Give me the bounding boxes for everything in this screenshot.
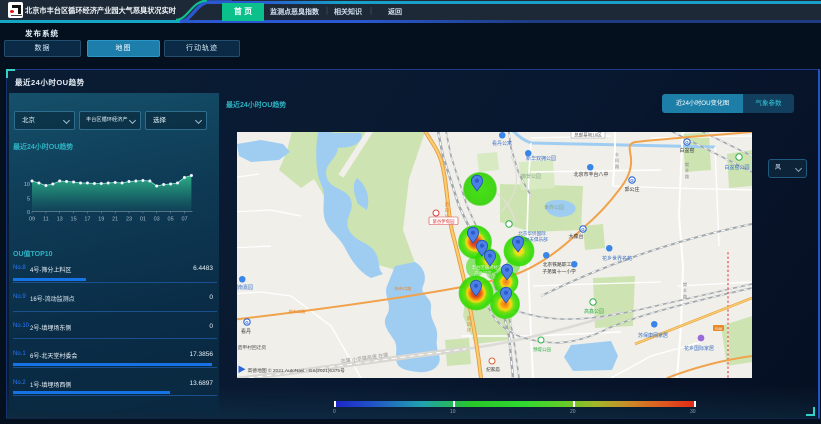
svg-text:09: 09 [29, 217, 35, 223]
svg-text:11: 11 [43, 217, 49, 223]
svg-text:新华双拥公园: 新华双拥公园 [526, 155, 556, 162]
svg-text:丰: 丰 [615, 151, 619, 158]
svg-text:15: 15 [71, 217, 77, 223]
svg-text:子弟第十一小学: 子弟第十一小学 [542, 268, 576, 275]
svg-text:御景公园: 御景公园 [521, 173, 541, 180]
svg-text:造甲村回迁房: 造甲村回迁房 [238, 344, 267, 351]
svg-text:01: 01 [140, 217, 146, 223]
svg-text:G: G [630, 178, 634, 183]
svg-text:白盆窑公园: 白盆窑公园 [724, 164, 749, 171]
svg-text:南: 南 [467, 315, 472, 321]
svg-text:G: G [685, 140, 689, 145]
svg-text:高鑫公园: 高鑫公园 [584, 308, 604, 315]
svg-text:紫谷伊甸园: 紫谷伊甸园 [433, 218, 456, 225]
svg-text:05: 05 [168, 217, 174, 223]
svg-text:高尔夫俱乐部: 高尔夫俱乐部 [520, 236, 548, 243]
svg-text:看丹公寓: 看丹公寓 [492, 140, 512, 147]
svg-text:世界公园: 世界公园 [544, 204, 564, 211]
svg-text:北京市丰台八中: 北京市丰台八中 [573, 171, 608, 178]
svg-text:0: 0 [27, 210, 30, 216]
svg-text:北京华侨国际: 北京华侨国际 [518, 230, 546, 237]
svg-text:03: 03 [154, 217, 160, 223]
svg-text:产业园区: 产业园区 [474, 270, 492, 277]
svg-text:羊: 羊 [685, 167, 689, 174]
svg-text:郭公庄: 郭公庄 [624, 186, 639, 193]
svg-text:纪家庙: 纪家庙 [486, 366, 500, 373]
svg-text:白盆窑: 白盆窑 [679, 147, 694, 154]
svg-text:苏保康网家居: 苏保康网家居 [638, 332, 668, 339]
svg-text:高德地图 © 2021 AutoNavi - GS(2021: 高德地图 © 2021 AutoNavi - GS(2021)6375号 [248, 367, 346, 374]
svg-text:梅市口路: 梅市口路 [289, 308, 307, 315]
svg-text:四: 四 [445, 208, 449, 213]
svg-text:大葆台: 大葆台 [568, 233, 583, 240]
svg-text:G: G [581, 227, 585, 232]
svg-text:17: 17 [84, 217, 90, 223]
svg-text:花乡国际家居: 花乡国际家居 [684, 345, 714, 352]
svg-text:07: 07 [181, 217, 187, 223]
svg-text:21: 21 [112, 217, 118, 223]
svg-text:13: 13 [57, 217, 63, 223]
svg-text:19: 19 [98, 217, 104, 223]
svg-text:10: 10 [24, 182, 30, 188]
svg-text:23: 23 [126, 217, 132, 223]
svg-text:S46: S46 [715, 326, 723, 331]
svg-text:丰台区循环经济: 丰台区循环经济 [472, 264, 503, 271]
svg-text:梅市口路: 梅市口路 [395, 285, 413, 292]
svg-text:四: 四 [467, 322, 471, 327]
svg-text:城南嘉园: 城南嘉园 [237, 284, 253, 291]
svg-text:花乡世界名苑: 花乡世界名苑 [602, 255, 632, 262]
svg-text:G: G [245, 320, 249, 325]
svg-text:羊: 羊 [683, 287, 687, 294]
svg-text:预堤公园: 预堤公园 [533, 346, 551, 353]
svg-text:5: 5 [27, 197, 30, 203]
svg-text:看丹: 看丹 [241, 328, 251, 335]
svg-text:北京铁路职工: 北京铁路职工 [543, 261, 572, 268]
